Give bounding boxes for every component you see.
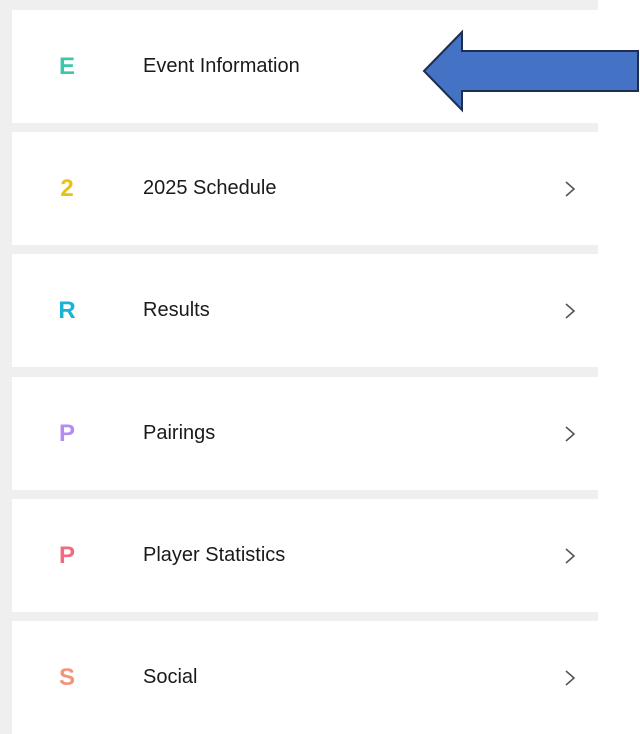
menu-item-letter: P (58, 541, 75, 569)
chevron-right-icon (565, 547, 576, 564)
chevron-right-icon (565, 302, 576, 319)
menu-item-pairings[interactable]: P Pairings (12, 377, 598, 490)
menu-item-letter: E (58, 52, 75, 80)
menu-item-label: Social (143, 666, 198, 688)
menu-item-letter: P (58, 419, 75, 447)
menu-item-label: Pairings (143, 422, 216, 444)
menu-item-letter: S (58, 663, 75, 691)
menu-item-player-statistics[interactable]: P Player Statistics (12, 499, 598, 612)
chevron-right-icon (565, 669, 576, 686)
menu-item-label: 2025 Schedule (143, 177, 277, 199)
menu-item-social[interactable]: S Social (12, 621, 598, 734)
chevron-right-icon (565, 425, 576, 442)
chevron-right-icon (565, 180, 576, 197)
left-arrow-icon (422, 29, 639, 113)
menu-item-2025-schedule[interactable]: 2 2025 Schedule (12, 132, 598, 245)
menu-item-label: Results (143, 299, 210, 321)
menu-item-letter: 2 (60, 174, 74, 202)
menu-item-results[interactable]: R Results (12, 254, 598, 367)
menu-item-label: Event Information (143, 55, 300, 77)
menu-item-label: Player Statistics (143, 544, 286, 566)
menu-item-letter: R (58, 296, 76, 324)
